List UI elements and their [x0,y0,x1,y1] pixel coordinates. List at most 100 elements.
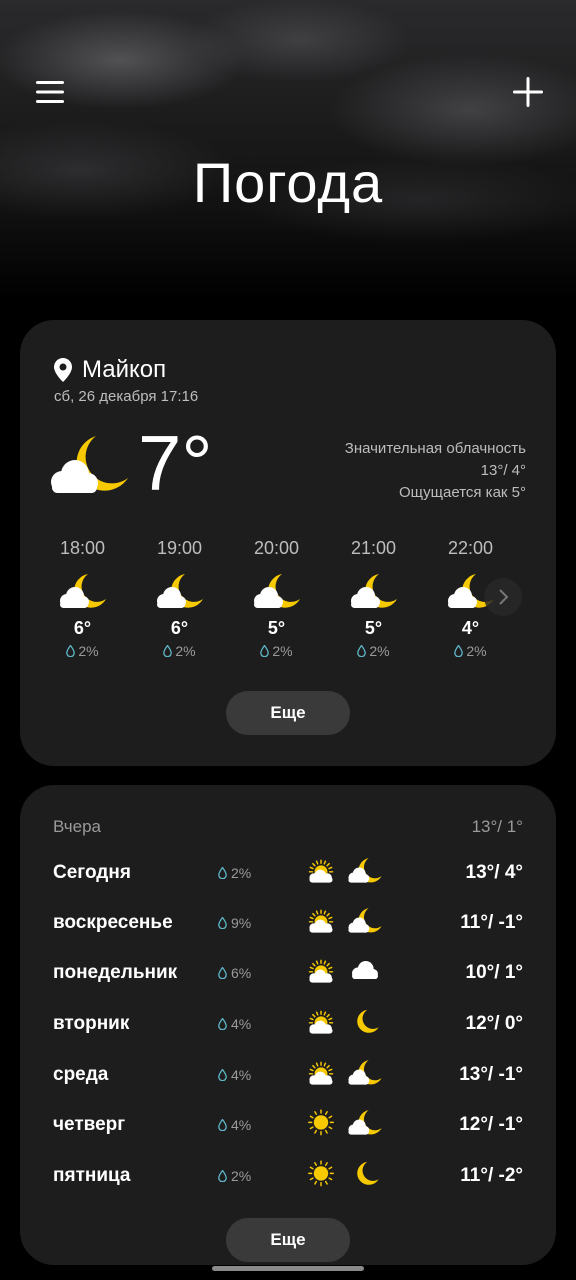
sun-cloud-icon [303,1007,339,1041]
hour-time: 22:00 [447,538,494,558]
sun-icon [303,1159,339,1193]
add-location-button[interactable] [506,70,550,114]
hourly-item: 21:00 5° 2% [325,538,422,659]
moon-cloud-icon [155,566,205,616]
day-name: вторник [53,1013,130,1034]
day-temps: 13°/ 4° [465,862,523,883]
yesterday-temps: 13°/ 1° [471,817,523,836]
raindrop-icon [218,1069,227,1081]
day-icons [303,1058,388,1092]
sun-cloud-icon [303,856,339,890]
hamburger-icon [36,81,64,103]
hour-precip-value: 2% [466,643,487,659]
day-precip: 2% [218,865,298,881]
hour-temp: 5° [364,618,383,638]
day-precip-value: 4% [231,1117,252,1133]
hour-precip: 2% [454,643,487,659]
raindrop-icon [218,867,227,879]
sun-cloud-icon [303,1058,339,1092]
moon-icon [347,1007,383,1041]
menu-button[interactable] [28,70,72,114]
hourly-item: 18:00 6° 2% [34,538,131,659]
hourly-scroll-next-button[interactable] [484,578,522,616]
hour-precip: 2% [357,643,390,659]
hour-precip: 2% [260,643,293,659]
yesterday-row: Вчера 13°/ 1° [53,817,523,837]
hour-time: 19:00 [156,538,203,558]
raindrop-icon [357,645,367,657]
hour-time: 18:00 [59,538,106,558]
moon-cloud-icon [347,856,383,890]
day-temps: 10°/ 1° [465,962,523,983]
hour-precip-value: 2% [272,643,293,659]
sun-cloud-icon [303,956,339,990]
day-icons [303,1159,388,1193]
daily-row[interactable]: четверг 4% 12°/ -1° [53,1105,523,1145]
day-name: пятница [53,1165,131,1186]
raindrop-icon [163,645,173,657]
current-weather-card[interactable]: Майкоп сб, 26 декабря 17:16 7° Значитель… [20,320,556,766]
day-icons [303,856,388,890]
current-details: Значительная облачность 13°/ 4° Ощущаетс… [345,438,526,504]
day-precip-value: 9% [231,915,252,931]
city-name: Майкоп [82,356,167,383]
daily-row[interactable]: среда 4% 13°/ -1° [53,1055,523,1095]
hour-temp: 6° [170,618,189,638]
hourly-more-button[interactable]: Еще [226,691,350,735]
daily-row[interactable]: воскресенье 9% 11°/ -1° [53,903,523,943]
high-low-text: 13°/ 4° [480,462,526,479]
day-temps: 12°/ 0° [465,1013,523,1034]
day-precip: 6% [218,965,298,981]
daily-more-button[interactable]: Еще [226,1218,350,1262]
day-temps: 11°/ -2° [460,1165,523,1186]
raindrop-icon [218,1119,227,1131]
condition-text: Значительная облачность [344,440,526,457]
day-temps: 12°/ -1° [459,1114,523,1135]
hour-temp: 6° [73,618,92,638]
day-precip-value: 2% [231,865,252,881]
hour-precip-value: 2% [175,643,196,659]
sun-icon [303,1108,339,1142]
plus-icon [513,77,543,107]
daily-row[interactable]: понедельник 6% 10°/ 1° [53,953,523,993]
moon-cloud-icon [347,1058,383,1092]
location-row: Майкоп [54,356,166,384]
day-precip-value: 4% [231,1067,252,1083]
raindrop-icon [454,645,464,657]
hour-time: 20:00 [253,538,300,558]
feels-like-text: Ощущается как 5° [398,484,526,501]
daily-row[interactable]: пятница 2% 11°/ -2° [53,1156,523,1196]
day-icons [303,1108,388,1142]
day-name: четверг [53,1114,126,1135]
moon-cloud-icon [347,1108,383,1142]
day-precip: 4% [218,1117,298,1133]
daily-row[interactable]: Сегодня 2% 13°/ 4° [53,853,523,893]
day-name: среда [53,1064,109,1085]
hour-time: 21:00 [350,538,397,558]
yesterday-label: Вчера [53,817,101,836]
daily-row[interactable]: вторник 4% 12°/ 0° [53,1004,523,1044]
hour-precip-value: 2% [78,643,99,659]
raindrop-icon [218,1018,227,1030]
raindrop-icon [218,1170,227,1182]
hour-temp: 5° [267,618,286,638]
daily-forecast-card[interactable]: Вчера 13°/ 1° Сегодня 2% 13°/ 4° воскрес… [20,785,556,1265]
moon-icon [347,1159,383,1193]
day-precip: 9% [218,915,298,931]
day-temps: 13°/ -1° [459,1064,523,1085]
hour-precip: 2% [163,643,196,659]
hour-precip-value: 2% [369,643,390,659]
current-temperature: 7° [138,419,213,507]
day-name: воскресенье [53,912,173,933]
hour-precip: 2% [66,643,99,659]
day-icons [303,906,388,940]
home-indicator [212,1266,364,1271]
hour-temp: 4° [461,618,480,638]
moon-cloud-icon [349,566,399,616]
hourly-forecast[interactable]: 18:00 6° 2% 19:00 6° 2% 20:00 5° 2% 21:0… [34,538,534,659]
page-title: Погода [192,151,384,214]
moon-cloud-icon [58,566,108,616]
day-temps: 11°/ -1° [460,912,523,933]
day-precip-value: 2% [231,1168,252,1184]
location-pin-icon [54,358,72,382]
